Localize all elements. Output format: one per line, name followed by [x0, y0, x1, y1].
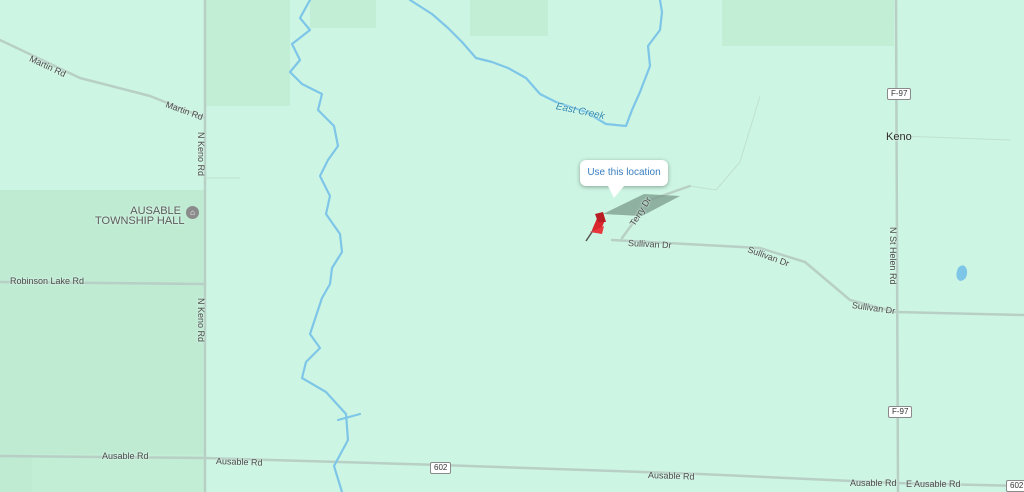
- road-label-ausable: Ausable Rd: [647, 470, 695, 482]
- route-shield-602: 602: [1006, 480, 1024, 492]
- land-parcel: [205, 0, 290, 106]
- land-parcel: [722, 0, 894, 46]
- road-label-n-keno: N Keno Rd: [196, 132, 206, 177]
- red-pushpin-icon[interactable]: [585, 212, 606, 242]
- poi-label-line2: TOWNSHIP HALL: [95, 215, 185, 227]
- pond: [956, 265, 968, 281]
- route-shield-f97: F-97: [887, 88, 912, 100]
- land-parcel: [470, 0, 548, 36]
- route-shield-602: 602: [430, 462, 452, 474]
- route-shield-f97: F-97: [888, 406, 913, 418]
- place-label-keno: Keno: [886, 131, 912, 143]
- road-label-n-st-helen: N St Helen Rd: [888, 227, 898, 285]
- road-label-ausable: Ausable Rd: [215, 456, 263, 468]
- map-canvas[interactable]: [0, 0, 1024, 492]
- land-parcel: [0, 190, 205, 492]
- land-parcel: [310, 0, 376, 28]
- track-line: [689, 95, 761, 191]
- road-label-n-keno: N Keno Rd: [196, 298, 206, 343]
- road-label-ausable: Ausable Rd: [102, 451, 149, 461]
- river-west-branch: [336, 412, 362, 422]
- road-label-ausable: Ausable Rd: [850, 478, 897, 488]
- poi-building-icon[interactable]: ⌂: [186, 206, 199, 219]
- road-label-robinson-lake: Robinson Lake Rd: [10, 276, 85, 286]
- use-this-location-callout[interactable]: Use this location: [580, 160, 668, 198]
- river-west: [288, 0, 350, 492]
- track-line: [899, 135, 1011, 141]
- road-label-e-ausable: E Ausable Rd: [906, 479, 961, 489]
